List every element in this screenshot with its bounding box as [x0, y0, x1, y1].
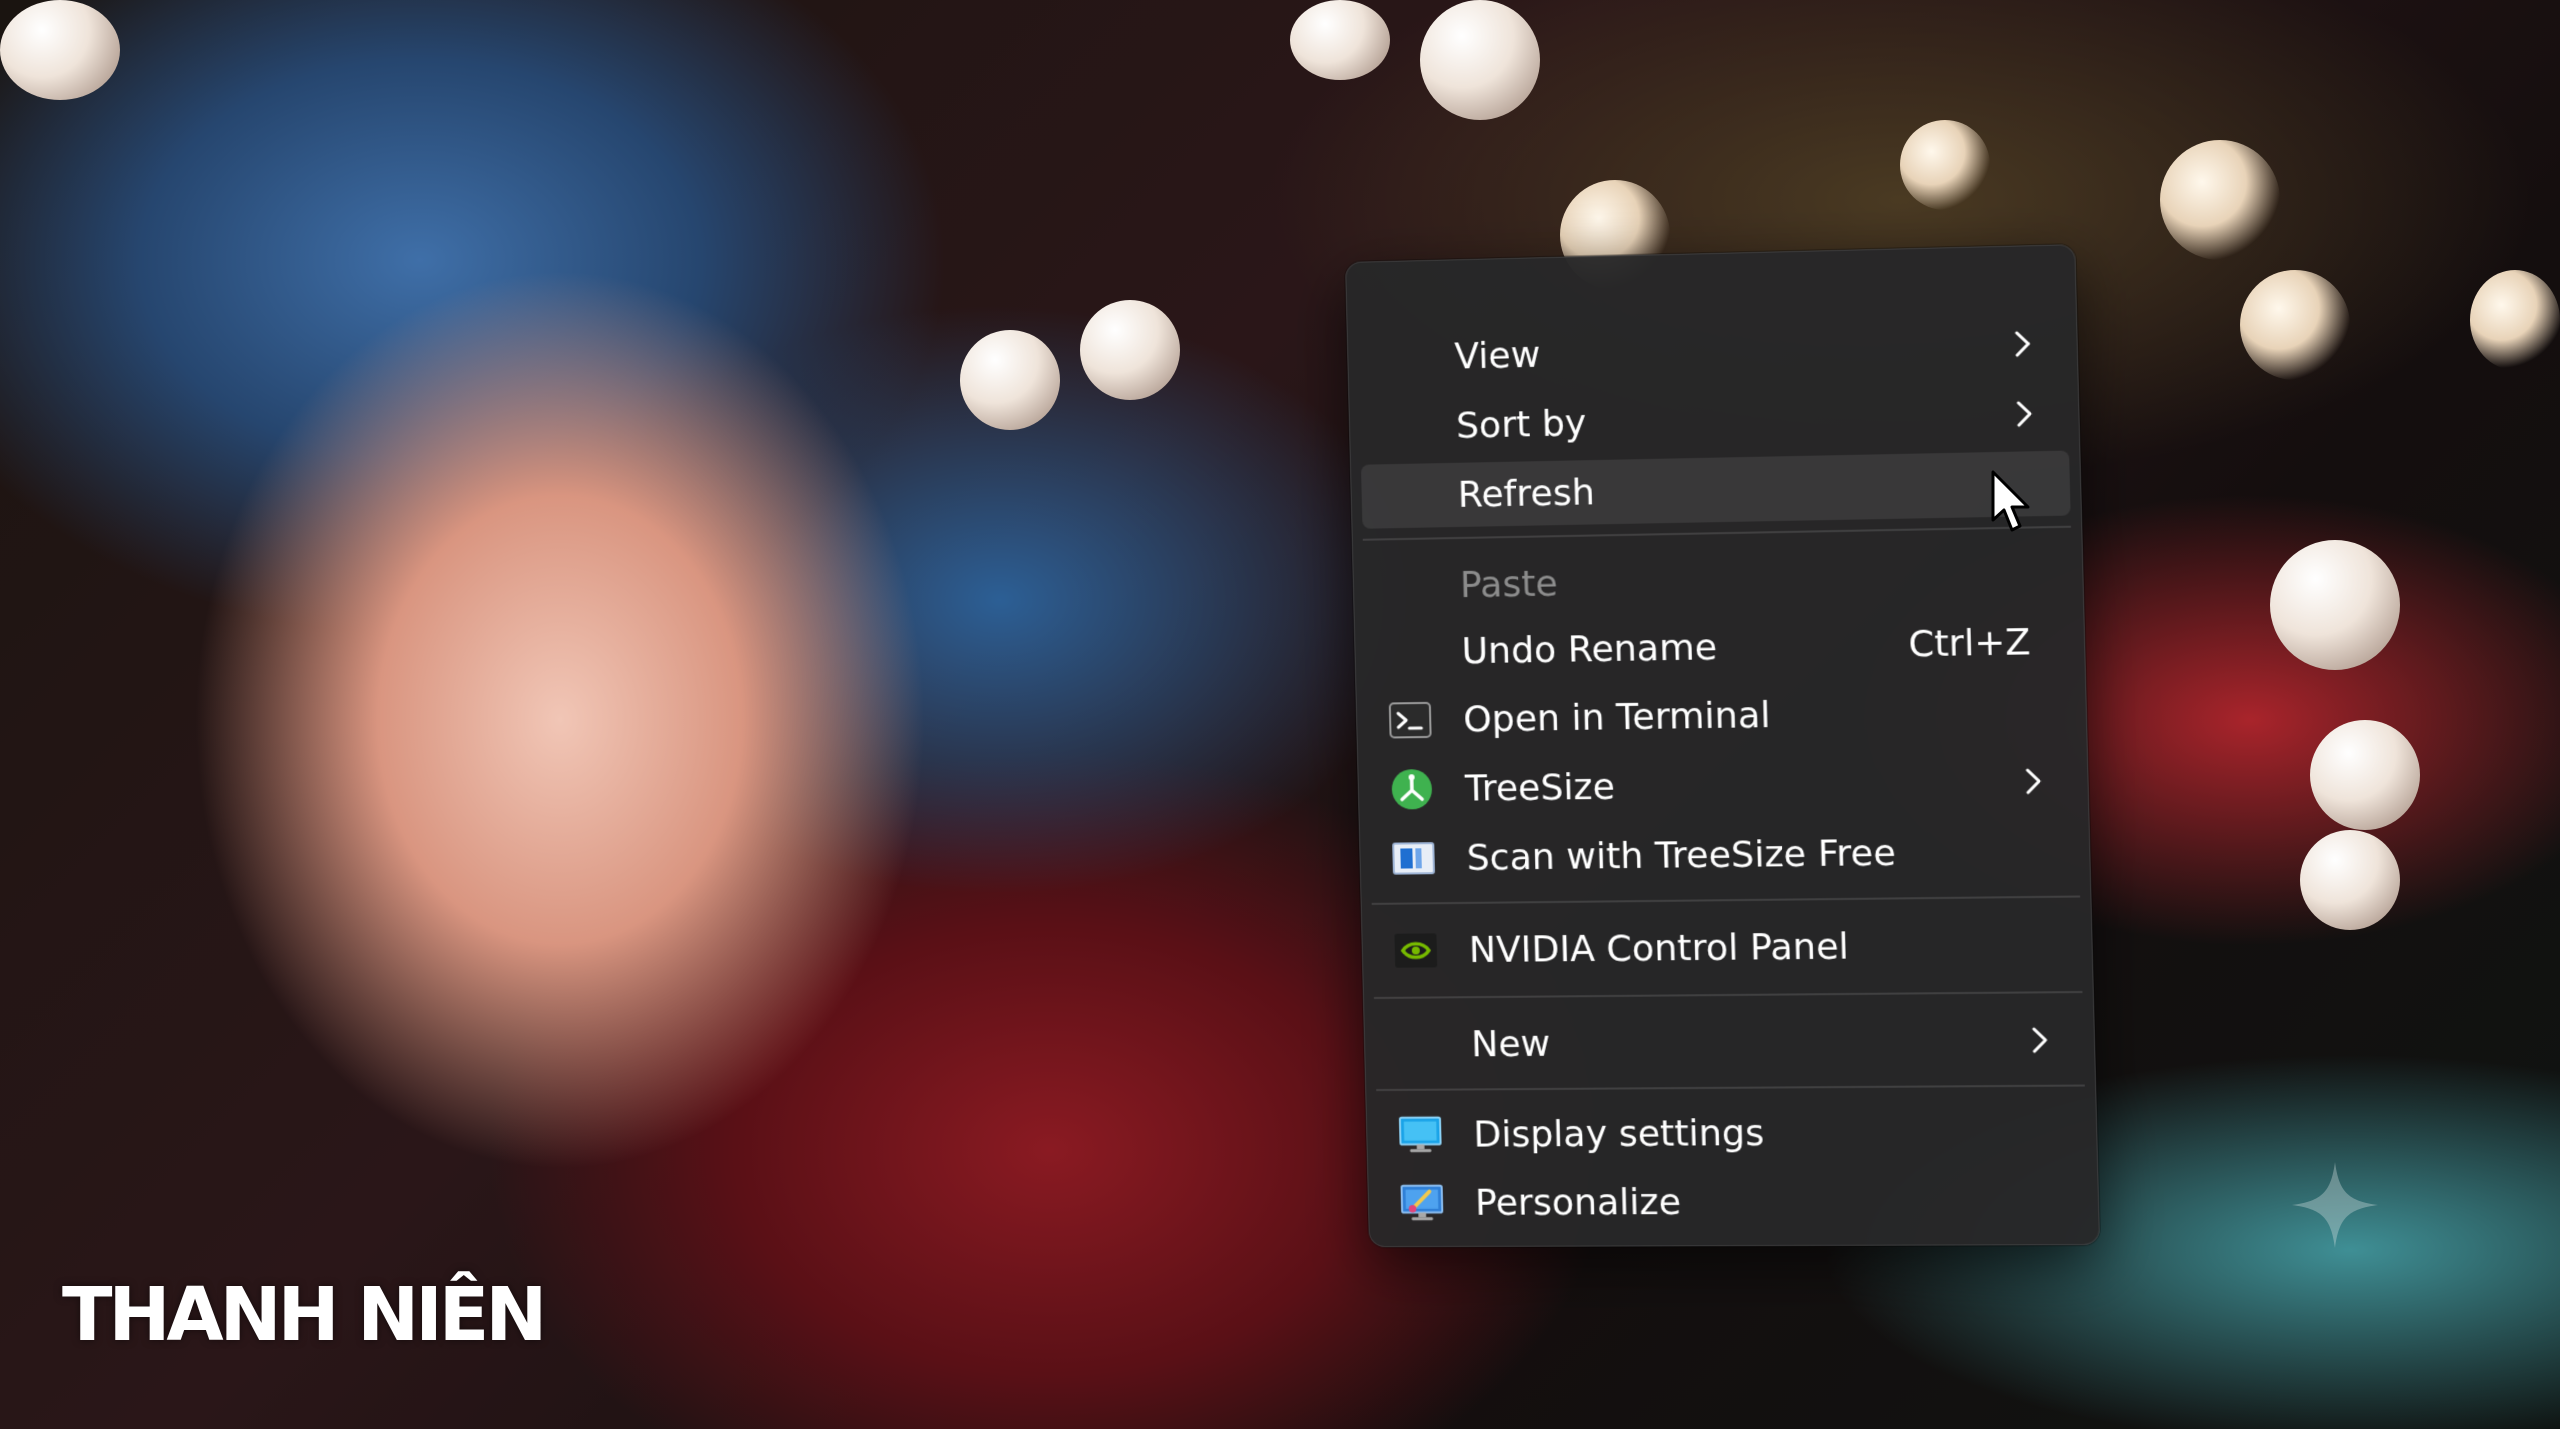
- menu-item-label: New: [1470, 1023, 1551, 1065]
- menu-item-display-settings[interactable]: Display settings: [1377, 1099, 2087, 1167]
- chevron-right-icon: [2026, 1025, 2054, 1056]
- terminal-icon: [1389, 699, 1432, 742]
- treesize-scan-icon: [1392, 837, 1435, 880]
- menu-separator: [1362, 525, 2071, 541]
- nvidia-icon: [1394, 929, 1438, 971]
- menu-item-label: Scan with TreeSize Free: [1466, 832, 1897, 879]
- menu-item-label: NVIDIA Control Panel: [1468, 925, 1850, 971]
- wallpaper-pearl: [2310, 720, 2420, 830]
- chevron-right-icon: [2010, 398, 2037, 429]
- wallpaper-bokeh: [2470, 270, 2560, 370]
- menu-item-view[interactable]: View: [1358, 310, 2068, 390]
- wallpaper-bokeh: [1900, 120, 1990, 210]
- wallpaper-pearl: [1420, 0, 1540, 120]
- wallpaper-bokeh: [2160, 140, 2280, 260]
- wallpaper-bokeh: [2240, 270, 2350, 380]
- menu-item-undo-rename[interactable]: Undo Rename Ctrl+Z: [1365, 609, 2075, 685]
- menu-item-personalize[interactable]: Personalize: [1378, 1168, 2088, 1235]
- menu-item-open-in-terminal[interactable]: Open in Terminal: [1366, 678, 2076, 753]
- menu-item-label: Refresh: [1457, 471, 1596, 516]
- display-icon: [1399, 1114, 1442, 1156]
- desktop-context-menu: View Sort by Refresh Paste Undo Rename C…: [1345, 244, 2101, 1248]
- wallpaper-pearl: [1080, 300, 1180, 400]
- wallpaper-pearl: [2270, 540, 2400, 670]
- menu-item-label: TreeSize: [1464, 766, 1616, 810]
- wallpaper-pearl: [1290, 0, 1390, 80]
- mouse-cursor-icon: [1991, 470, 2030, 532]
- wallpaper-pearl: [0, 0, 120, 100]
- wallpaper-pearl: [960, 330, 1060, 430]
- chevron-right-icon: [2019, 766, 2046, 797]
- menu-item-treesize[interactable]: TreeSize: [1368, 748, 2078, 822]
- menu-item-label: Undo Rename: [1461, 626, 1718, 672]
- menu-item-label: View: [1453, 334, 1541, 378]
- menu-item-label: Paste: [1459, 562, 1559, 606]
- menu-separator: [1376, 1084, 2085, 1092]
- menu-item-label: Sort by: [1455, 402, 1587, 447]
- menu-item-label: Open in Terminal: [1462, 694, 1771, 740]
- menu-item-shortcut: Ctrl+Z: [1908, 621, 2032, 665]
- menu-item-label: Personalize: [1474, 1181, 1682, 1224]
- menu-item-paste: Paste: [1363, 542, 2073, 619]
- desktop-wallpaper[interactable]: THANH NIÊN View Sort by Refresh Paste Un…: [0, 0, 2560, 1429]
- wallpaper-pearl: [2300, 830, 2400, 930]
- sparkle-icon: [2292, 1162, 2378, 1248]
- treesize-icon: [1390, 768, 1433, 811]
- menu-separator: [1371, 895, 2081, 905]
- watermark-logo: THANH NIÊN: [62, 1272, 547, 1358]
- menu-item-nvidia-control-panel[interactable]: NVIDIA Control Panel: [1372, 912, 2082, 983]
- chevron-right-icon: [2008, 328, 2035, 359]
- menu-item-label: Display settings: [1472, 1112, 1765, 1156]
- menu-item-new[interactable]: New: [1374, 1007, 2084, 1077]
- menu-item-refresh[interactable]: Refresh: [1360, 450, 2071, 529]
- menu-separator: [1373, 991, 2083, 999]
- menu-item-scan-with-treesize[interactable]: Scan with TreeSize Free: [1370, 818, 2080, 891]
- menu-item-sort-by[interactable]: Sort by: [1359, 380, 2069, 459]
- personalize-icon: [1400, 1182, 1443, 1224]
